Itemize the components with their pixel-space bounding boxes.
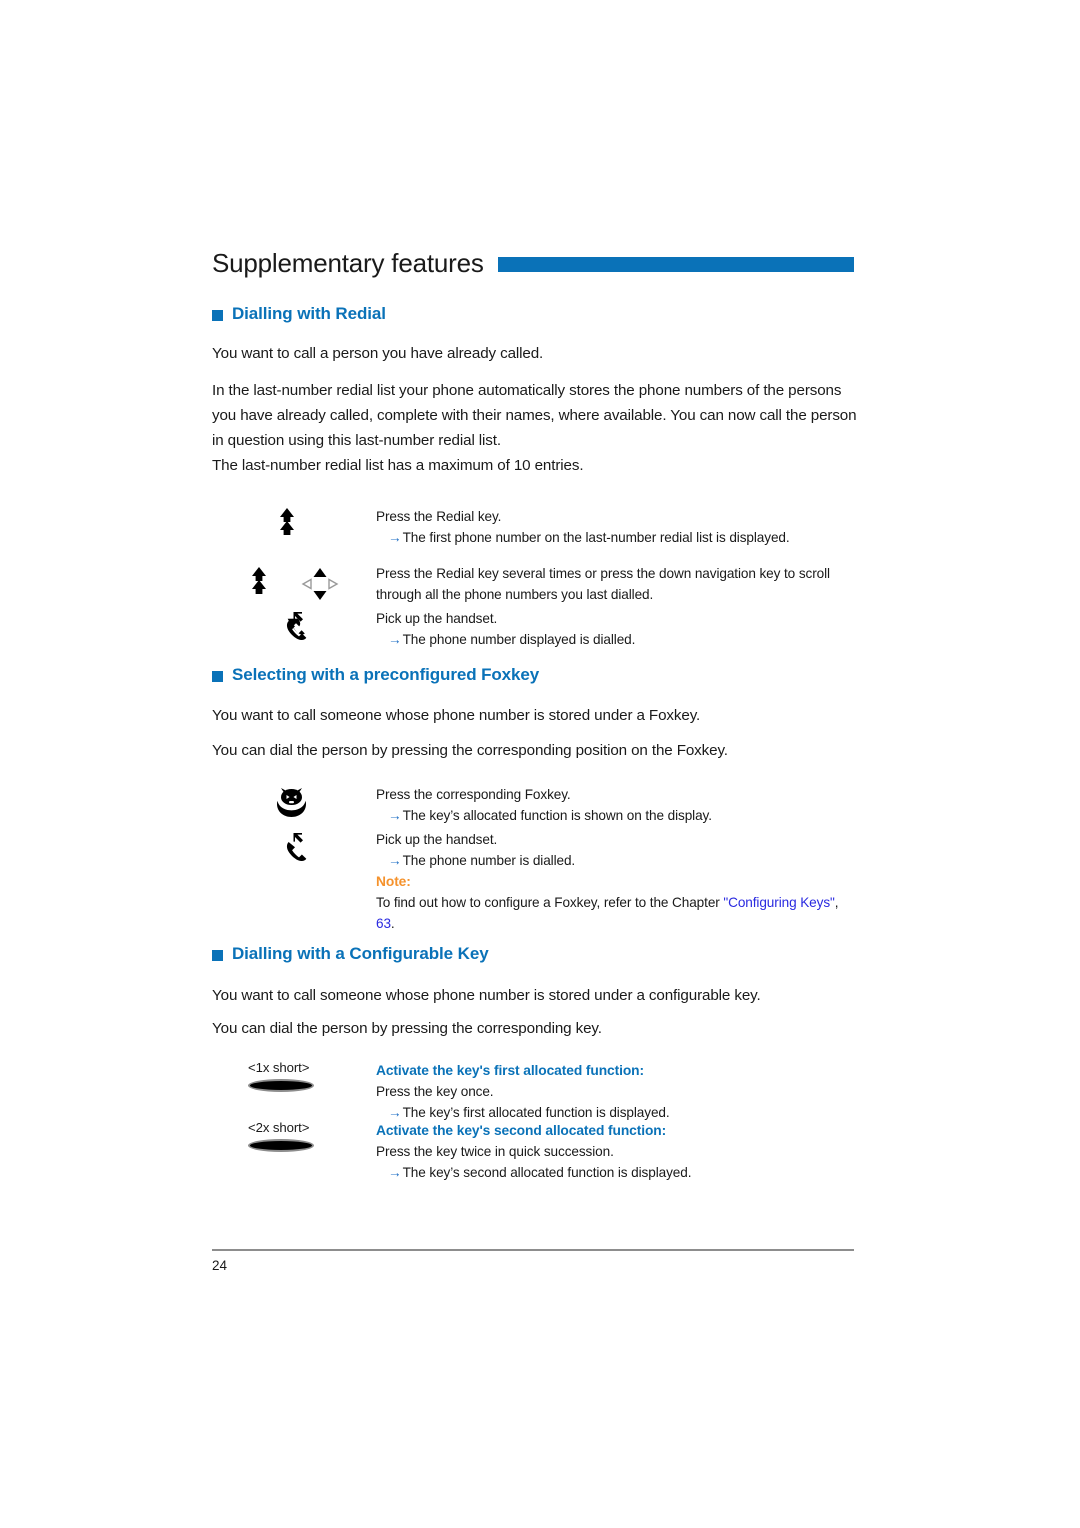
instruction-action: Press the corresponding Foxkey. — [376, 787, 571, 802]
key-press-label: <2x short> — [248, 1120, 310, 1135]
note-body-mid: , — [834, 895, 839, 910]
instruction-text: Press the Redial key. → The first phone n… — [376, 506, 858, 548]
bullet-square-icon — [212, 670, 223, 682]
instruction-result: The phone number is dialled. — [402, 853, 576, 868]
section-heading-selecting-with-preconfigured-foxkey: Selecting with a preconfigured Foxkey — [212, 665, 862, 685]
instruction-action: Pick up the handset. — [376, 832, 498, 847]
note-label: Note: — [376, 874, 411, 889]
section1-paragraph-1: You want to call a person you have alrea… — [212, 345, 544, 362]
section3-paragraph-2: You can dial the person by pressing the … — [212, 1020, 602, 1037]
result-arrow-icon: → — [388, 530, 402, 545]
result-arrow-icon: → — [388, 632, 402, 647]
configurable-key-icon: <1x short> — [248, 1060, 372, 1100]
page-title: Supplementary features — [212, 248, 484, 278]
instruction-result-line: → The phone number displayed is dialled. — [376, 629, 858, 650]
instruction-title: Activate the key's second allocated func… — [376, 1123, 667, 1138]
instruction-text: Activate the key's first allocated funct… — [376, 1060, 858, 1123]
handset-icon — [248, 829, 368, 869]
bullet-square-icon — [212, 309, 223, 321]
instruction-text: Activate the key's second allocated func… — [376, 1120, 858, 1183]
instruction-action: Pick up the handset. — [376, 611, 498, 626]
instruction-text: Pick up the handset. → The phone number i… — [376, 829, 858, 871]
instruction-title: Activate the key's first allocated funct… — [376, 1063, 644, 1078]
note-body-after: . — [390, 916, 395, 931]
note-link-configuring-keys[interactable]: "Configuring Keys" — [723, 895, 834, 910]
page-number: 24 — [212, 1258, 228, 1273]
redial-key-and-navigation-key-icon — [248, 563, 368, 603]
section2-paragraph-1: You want to call someone whose phone num… — [212, 707, 701, 724]
handset-icon — [248, 608, 368, 648]
instruction-result: The phone number displayed is dialled. — [402, 632, 636, 647]
instruction-action: Press the key twice in quick succession. — [376, 1144, 614, 1159]
navigation-key-icon — [301, 568, 339, 600]
section-title: Dialling with Redial — [232, 304, 386, 323]
result-arrow-icon: → — [388, 1105, 402, 1120]
instruction-text: Pick up the handset. → The phone number d… — [376, 608, 858, 650]
instruction-action: Press the Redial key several times or pr… — [376, 566, 830, 602]
section2-paragraph-2: You can dial the person by pressing the … — [212, 742, 728, 759]
chapter-rule — [497, 257, 854, 272]
document-page: Supplementary features Dialling with Red… — [0, 0, 1080, 1528]
foxkey-icon — [248, 784, 368, 824]
section1-paragraph-3: The last-number redial list has a maximu… — [212, 457, 584, 474]
section-heading-dialling-with-redial: Dialling with Redial — [212, 304, 862, 324]
instruction-result: The first phone number on the last-numbe… — [402, 530, 790, 545]
note-body-before: To find out how to configure a Foxkey, r… — [376, 895, 724, 910]
section-title: Selecting with a preconfigured Foxkey — [232, 665, 540, 684]
note-link-page-63[interactable]: 63 — [376, 916, 391, 931]
result-arrow-icon: → — [388, 853, 402, 868]
key-oval-icon — [248, 1139, 314, 1152]
section-heading-dialling-with-configurable-key: Dialling with a Configurable Key — [212, 944, 862, 964]
instruction-result: The key’s allocated function is shown on… — [402, 808, 712, 823]
instruction-result: The key’s second allocated function is d… — [402, 1165, 692, 1180]
instruction-text: Press the corresponding Foxkey. → The key… — [376, 784, 858, 826]
section3-paragraph-1: You want to call someone whose phone num… — [212, 987, 761, 1004]
instruction-result: The key’s first allocated function is di… — [402, 1105, 670, 1120]
instruction-action: Press the key once. — [376, 1084, 494, 1099]
section-title: Dialling with a Configurable Key — [232, 944, 489, 963]
redial-key-icon — [248, 506, 368, 546]
result-arrow-icon: → — [388, 808, 402, 823]
configurable-key-icon: <2x short> — [248, 1120, 372, 1160]
result-arrow-icon: → — [388, 1165, 402, 1180]
key-press-label: <1x short> — [248, 1060, 310, 1075]
instruction-result-line: → The phone number is dialled. — [376, 850, 858, 871]
instruction-result-line: → The key’s second allocated function is … — [376, 1162, 858, 1183]
instruction-text: Press the Redial key several times or pr… — [376, 563, 858, 605]
instruction-result-line: → The key’s allocated function is shown o… — [376, 805, 858, 826]
instruction-action: Press the Redial key. — [376, 509, 502, 524]
bullet-square-icon — [212, 949, 223, 961]
section1-paragraph-2: In the last-number redial list your phon… — [212, 382, 857, 449]
note-text: Note: To find out how to configure a Fox… — [376, 871, 858, 934]
footer-rule — [212, 1249, 854, 1251]
chapter-header: Supplementary features — [212, 246, 854, 280]
instruction-result-line: → The first phone number on the last-numb… — [376, 527, 858, 548]
key-oval-icon — [248, 1079, 314, 1092]
